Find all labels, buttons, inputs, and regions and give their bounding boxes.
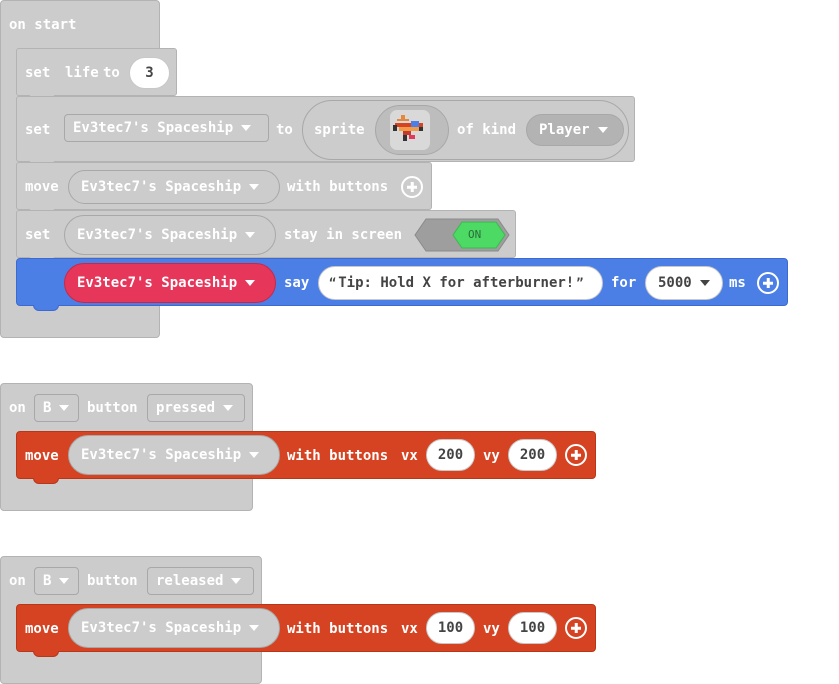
button-event-dropdown[interactable]: pressed [147,394,245,422]
chevron-down-icon [223,405,234,411]
button-event-text: pressed [156,400,216,416]
duration-text: 5000 [658,275,692,291]
set-sprite-block[interactable]: set Ev3tec7's Spaceship to sprite of kin… [16,96,635,167]
spaceship-image-icon [389,109,431,151]
chevron-down-icon [241,125,252,131]
toggle-track-icon [414,218,510,252]
to-label: to [103,65,120,81]
vx-value-text: 100 [437,620,464,636]
of-kind-label: of kind [457,122,517,138]
move-with-buttons-velocity-block[interactable]: move Ev3tec7's Spaceship with buttons vx… [16,431,596,484]
on-off-toggle[interactable]: ON [414,218,510,252]
on-label: on [9,573,26,589]
set-life-block[interactable]: set life to 3 [16,48,177,101]
with-buttons-label: with buttons [287,621,389,637]
sprite-text: Ev3tec7's Spaceship [81,447,242,463]
expand-plus-icon[interactable] [565,444,587,466]
sprite-text: Ev3tec7's Spaceship [77,227,238,243]
move-label: move [25,621,59,637]
button-select-text: B [43,400,52,416]
move-with-buttons-block[interactable]: move Ev3tec7's Spaceship with buttons [16,162,432,215]
expand-plus-icon[interactable] [401,176,423,198]
chevron-down-icon [249,625,260,631]
chevron-down-icon [249,184,260,190]
sprite-text: Ev3tec7's Spaceship [81,620,242,636]
chevron-down-icon [249,452,260,458]
move-label: move [25,448,59,464]
chevron-down-icon [245,280,256,286]
with-buttons-label: with buttons [287,179,389,195]
stay-in-screen-label: stay in screen [284,227,403,243]
vx-input[interactable]: 100 [426,612,475,644]
life-label: life [65,65,99,81]
on-start-label: on start [9,17,77,33]
vy-value-text: 100 [519,620,546,636]
button-select-text: B [43,573,52,589]
close-quote-icon: ” [576,276,584,290]
vx-label: vx [401,448,418,464]
set-label: set [25,227,51,243]
set-label: set [25,65,51,81]
button-event-text: released [156,573,224,589]
button-label: button [87,400,138,416]
vy-label: vy [483,448,500,464]
button-select-dropdown[interactable]: B [34,394,79,422]
vy-input[interactable]: 100 [508,612,557,644]
vx-value-text: 200 [437,447,464,463]
for-label: for [611,275,637,291]
say-text-input[interactable]: “ Tip: Hold X for afterburner! ” [318,266,603,300]
say-label: say [284,275,310,291]
expand-plus-icon[interactable] [757,272,779,294]
sprite-label: sprite [314,122,365,138]
chevron-down-icon [699,280,710,286]
sprite-dropdown[interactable]: Ev3tec7's Spaceship [68,608,280,648]
sprite-dropdown[interactable]: Ev3tec7's Spaceship [64,215,276,255]
chevron-down-icon [597,127,608,133]
open-quote-icon: “ [329,276,337,290]
sprite-dropdown[interactable]: Ev3tec7's Spaceship [68,435,280,475]
ms-label: ms [729,275,746,291]
button-label: button [87,573,138,589]
to-label: to [276,122,293,138]
set-label: set [25,122,51,138]
button-event-dropdown[interactable]: released [147,567,254,595]
sprite-variable-text: Ev3tec7's Spaceship [73,120,234,136]
spaceship-pixel-art-icon [393,115,423,141]
say-text: Tip: Hold X for afterburner! [338,275,575,291]
vy-value-text: 200 [519,447,546,463]
sprite-create-reporter[interactable]: sprite of kind Player [302,100,629,160]
chevron-down-icon [245,232,256,238]
chevron-down-icon [59,405,70,411]
sprite-kind-dropdown[interactable]: Player [526,114,624,146]
vy-input[interactable]: 200 [508,439,557,471]
vx-input[interactable]: 200 [426,439,475,471]
sprite-variable-text: Ev3tec7's Spaceship [77,275,238,291]
sprite-kind-text: Player [539,122,590,138]
vx-label: vx [401,621,418,637]
expand-plus-icon[interactable] [565,617,587,639]
with-buttons-label: with buttons [287,448,389,464]
sprite-variable-dropdown[interactable]: Ev3tec7's Spaceship [64,114,269,142]
sprite-image-field[interactable] [375,105,449,155]
life-value-input[interactable]: 3 [129,57,170,89]
sprite-text: Ev3tec7's Spaceship [81,179,242,195]
chevron-down-icon [59,578,70,584]
vy-label: vy [483,621,500,637]
on-label: on [9,400,26,416]
duration-dropdown[interactable]: 5000 [645,266,723,300]
button-select-dropdown[interactable]: B [34,567,79,595]
say-block[interactable]: Ev3tec7's Spaceship say “ Tip: Hold X fo… [16,258,788,311]
sprite-dropdown[interactable]: Ev3tec7's Spaceship [68,170,280,204]
life-value-text: 3 [145,65,154,81]
sprite-variable-reporter[interactable]: Ev3tec7's Spaceship [64,263,276,303]
toggle-state-text: ON [468,228,482,241]
stay-in-screen-block[interactable]: set Ev3tec7's Spaceship stay in screen O… [16,210,516,263]
move-label: move [25,179,59,195]
move-with-buttons-velocity-block[interactable]: move Ev3tec7's Spaceship with buttons vx… [16,604,596,657]
chevron-down-icon [231,578,242,584]
